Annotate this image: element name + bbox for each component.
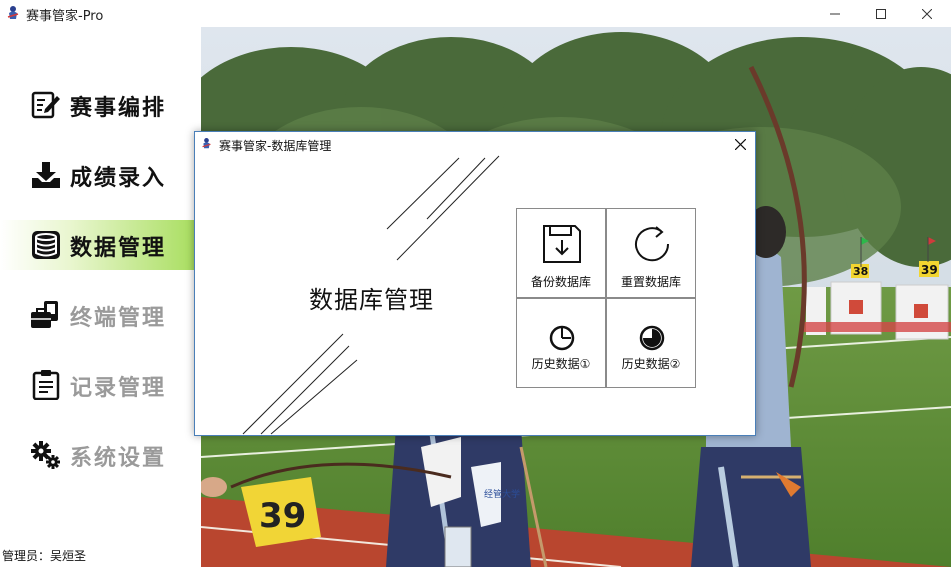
- minimize-button[interactable]: [812, 0, 858, 27]
- floppy-save-icon: [543, 225, 581, 263]
- sidebar-item-label: 成绩录入: [70, 165, 167, 191]
- main-window: 赛事管家-Pro 赛事编排 成绩录入 数据管理 终端管理 记录管理 系统设置 管…: [0, 0, 951, 567]
- sidebar-item-label: 赛事编排: [70, 95, 167, 121]
- tile-label: 备份数据库: [530, 275, 591, 289]
- dialog-heading: 数据库管理: [309, 286, 434, 314]
- sidebar-item-score-entry[interactable]: 成绩录入: [0, 150, 201, 200]
- history-dial-icon: [549, 325, 575, 351]
- edit-document-icon: [31, 91, 60, 119]
- close-icon: [922, 8, 932, 19]
- sidebar-item-system-settings[interactable]: 系统设置: [0, 430, 201, 480]
- sidebar-item-label: 系统设置: [70, 445, 167, 471]
- window-title: 赛事管家-Pro: [26, 9, 104, 24]
- sidebar-item-terminal-management[interactable]: 终端管理: [0, 290, 201, 340]
- target-number: 39: [259, 496, 306, 536]
- bib-text: 经管大学: [484, 488, 520, 500]
- database-icon: [32, 231, 60, 259]
- reset-database-button[interactable]: 重置数据库: [606, 208, 696, 298]
- gears-icon: [31, 441, 60, 469]
- maximize-icon: [876, 8, 886, 19]
- sidebar-item-label: 数据管理: [70, 235, 167, 261]
- history-data-2-button[interactable]: 历史数据②: [606, 298, 696, 388]
- admin-user-label: 管理员：吴烜圣: [2, 549, 87, 563]
- backup-database-button[interactable]: 备份数据库: [516, 208, 606, 298]
- sidebar-item-record-management[interactable]: 记录管理: [0, 360, 201, 410]
- target-number: 39: [921, 263, 938, 277]
- app-logo-icon: [7, 6, 19, 19]
- history-pie-icon: [639, 325, 665, 351]
- database-management-dialog: 赛事管家-数据库管理 数据库管理 备份数据库 重置数据库 历史数据① 历史数据②: [194, 131, 756, 436]
- sidebar-item-label: 终端管理: [70, 305, 167, 331]
- close-window-button[interactable]: [904, 0, 950, 27]
- tile-label: 历史数据②: [621, 357, 681, 371]
- clipboard-icon: [32, 370, 60, 400]
- tile-label: 重置数据库: [620, 275, 681, 289]
- title-bar: 赛事管家-Pro: [0, 0, 951, 27]
- minimize-icon: [830, 13, 840, 14]
- tile-label: 历史数据①: [531, 357, 591, 371]
- sidebar: 赛事编排 成绩录入 数据管理 终端管理 记录管理 系统设置 管理员：吴烜圣: [0, 27, 201, 567]
- refresh-icon: [635, 226, 670, 262]
- download-tray-icon: [32, 162, 60, 188]
- terminal-devices-icon: [31, 301, 58, 328]
- sidebar-item-data-management[interactable]: 数据管理: [0, 220, 201, 270]
- history-data-1-button[interactable]: 历史数据①: [516, 298, 606, 388]
- maximize-button[interactable]: [858, 0, 904, 27]
- sidebar-item-event-scheduling[interactable]: 赛事编排: [0, 80, 201, 130]
- sidebar-item-label: 记录管理: [70, 375, 167, 401]
